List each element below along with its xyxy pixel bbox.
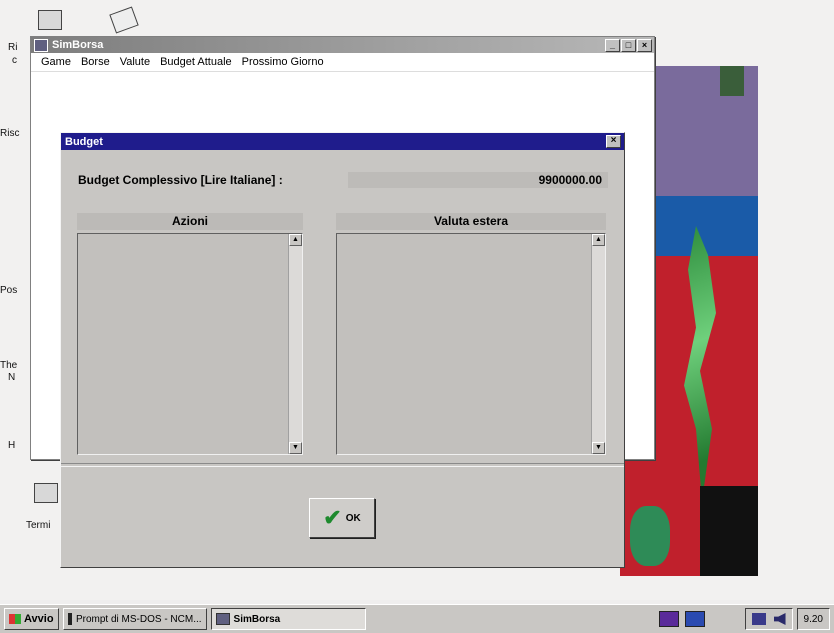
dialog-titlebar[interactable]: Budget × (61, 133, 624, 150)
simborsa-icon (215, 613, 230, 625)
task-msdos[interactable]: Prompt di MS-DOS - NCM... (62, 608, 207, 630)
azioni-header: Azioni (77, 213, 303, 230)
desktop-icon-label: Ri (8, 42, 18, 53)
scroll-up-icon[interactable]: ▲ (592, 234, 605, 246)
valuta-list[interactable]: ▲ ▼ (336, 233, 606, 455)
network-icon (109, 6, 139, 34)
task-simborsa[interactable]: SimBorsa (210, 608, 366, 630)
menu-borse[interactable]: Borse (81, 56, 110, 68)
budget-dialog: Budget × Budget Complessivo [Lire Italia… (60, 132, 625, 568)
scroll-down-icon[interactable]: ▼ (289, 442, 302, 454)
menu-budget-attuale[interactable]: Budget Attuale (160, 56, 232, 68)
network-tray-icon[interactable] (751, 613, 766, 625)
terminal-icon (34, 483, 58, 503)
computer-icon (38, 10, 62, 30)
desktop-icon-label: H (8, 440, 16, 451)
valuta-header: Valuta estera (336, 213, 606, 230)
ok-button[interactable]: ✔ OK (309, 498, 375, 538)
desktop-icon-label: c (12, 55, 17, 66)
windows-flag-icon (9, 614, 21, 624)
divider (61, 463, 624, 467)
window-titlebar[interactable]: SimBorsa _ □ × (31, 37, 654, 53)
dialog-title: Budget (65, 135, 103, 148)
system-tray (744, 608, 793, 630)
budget-row: Budget Complessivo [Lire Italiane] : 990… (78, 171, 608, 189)
menu-bar: Game Borse Valute Budget Attuale Prossim… (31, 53, 654, 72)
msdos-icon (67, 613, 72, 625)
desktop-icon-label: The (0, 360, 18, 371)
task-label: Prompt di MS-DOS - NCM... (75, 613, 202, 625)
budget-value: 9900000.00 (348, 172, 608, 188)
minimize-button[interactable]: _ (605, 38, 620, 52)
clock[interactable]: 9.20 (804, 614, 823, 625)
start-button[interactable]: Avvio (4, 608, 59, 630)
desktop-icon-label: N (8, 372, 16, 383)
window-title: SimBorsa (52, 39, 104, 51)
desktop-icon[interactable] (109, 6, 152, 34)
task-label: SimBorsa (233, 613, 281, 625)
ok-label: OK (345, 512, 361, 524)
desktop-icon-label: Termi (26, 520, 51, 531)
desktop-icon-label: Risc (0, 128, 20, 139)
dialog-close-button[interactable]: × (606, 135, 621, 148)
app-logo-icon (720, 66, 744, 96)
azioni-list[interactable]: ▲ ▼ (77, 233, 303, 455)
menu-prossimo-giorno[interactable]: Prossimo Giorno (242, 56, 324, 68)
close-button[interactable]: × (637, 38, 652, 52)
taskbar: Avvio Prompt di MS-DOS - NCM... SimBorsa… (0, 604, 834, 633)
desktop-icon[interactable] (38, 10, 78, 30)
valuta-scrollbar[interactable]: ▲ ▼ (591, 234, 605, 454)
menu-valute[interactable]: Valute (120, 56, 150, 68)
start-label: Avvio (24, 613, 54, 625)
display-icon[interactable] (684, 611, 705, 627)
speaker-icon[interactable] (773, 613, 786, 625)
menu-game[interactable]: Game (41, 56, 71, 68)
azioni-scrollbar[interactable]: ▲ ▼ (288, 234, 302, 454)
app-icon[interactable] (34, 38, 48, 52)
valuta-panel: Valuta estera ▲ ▼ (336, 213, 606, 455)
budget-label: Budget Complessivo [Lire Italiane] : (78, 173, 283, 187)
maximize-button[interactable]: □ (621, 38, 636, 52)
clock-tray: 9.20 (796, 608, 830, 630)
checkmark-icon: ✔ (323, 505, 342, 530)
scroll-up-icon[interactable]: ▲ (289, 234, 302, 246)
scroll-down-icon[interactable]: ▼ (592, 442, 605, 454)
desktop-icon-label: Pos (0, 285, 18, 296)
azioni-panel: Azioni ▲ ▼ (77, 213, 303, 455)
monitor-icon[interactable] (658, 611, 679, 627)
quick-launch (658, 611, 705, 627)
